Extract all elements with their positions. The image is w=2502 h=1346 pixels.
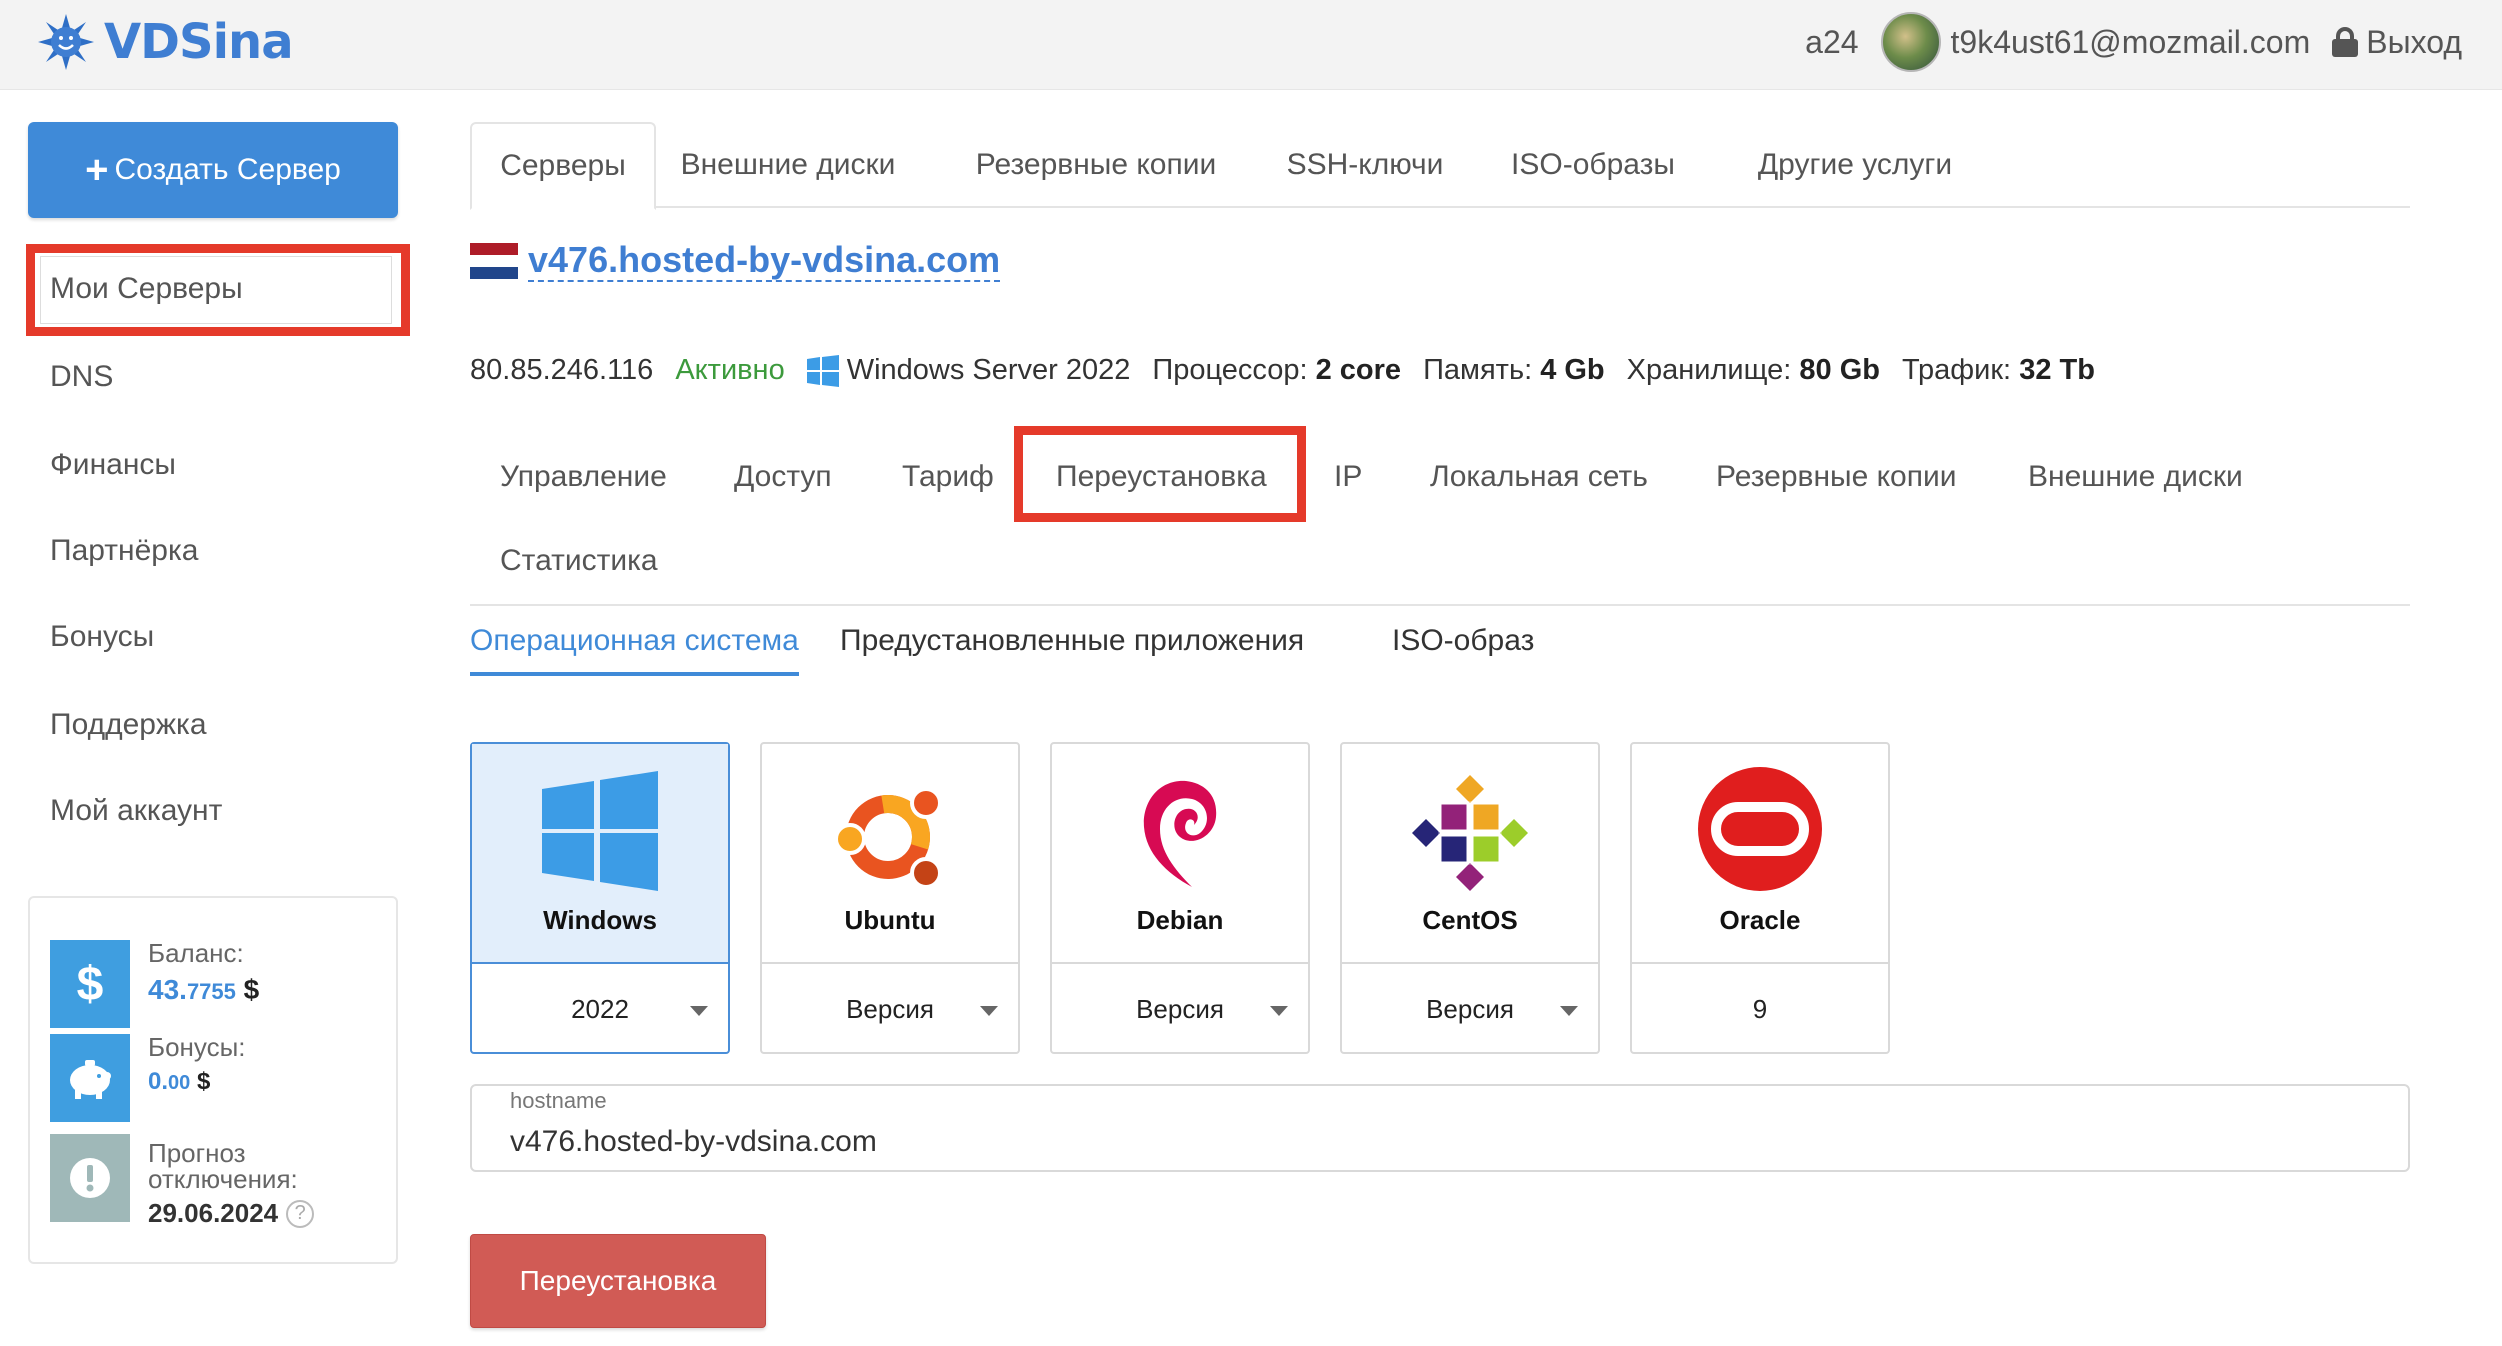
hostname-label: hostname: [510, 1088, 607, 1113]
server-hostname-link[interactable]: v476.hosted-by-vdsina.com: [528, 240, 1001, 282]
tab-ip[interactable]: IP: [1334, 460, 1362, 494]
lock-icon: [2332, 27, 2359, 57]
version-select[interactable]: Версия: [1342, 962, 1598, 1054]
vdsina-sun-icon: [38, 14, 94, 70]
caret-down-icon: [1270, 1006, 1288, 1016]
hostname-input[interactable]: [510, 1122, 2370, 1162]
forecast-date: 29.06.2024?: [148, 1198, 315, 1229]
user-area: a24 t9k4ust61@mozmail.com Выход: [1805, 0, 2462, 84]
tab-tariff[interactable]: Тариф: [902, 460, 994, 494]
version-select[interactable]: Версия: [762, 962, 1018, 1054]
user-profile[interactable]: t9k4ust61@mozmail.com: [1880, 12, 2311, 72]
caret-down-icon: [1560, 1006, 1578, 1016]
server-title: v476.hosted-by-vdsina.com: [470, 240, 1001, 282]
bonus-value: 0.00 $: [148, 1068, 211, 1095]
brand-name: VDSina: [104, 14, 294, 70]
oracle-logo-icon: [1698, 767, 1822, 891]
forecast-label-2: отключения:: [148, 1164, 298, 1194]
windows-icon: [806, 354, 839, 387]
server-info: 80.85.246.116 Активно Windows Server 202…: [470, 354, 2095, 387]
storage-spec: Хранилище: 80 Gb: [1626, 354, 1880, 386]
tab-operating-system[interactable]: Операционная система: [470, 624, 799, 676]
ram-spec: Память: 4 Gb: [1423, 354, 1605, 386]
sidebar-item-bonuses[interactable]: Бонусы: [50, 620, 154, 654]
tab-management[interactable]: Управление: [500, 460, 667, 494]
tab-local-network[interactable]: Локальная сеть: [1430, 460, 1648, 494]
create-server-button[interactable]: + Создать Сервер: [28, 122, 398, 218]
os-card-ubuntu[interactable]: Ubuntu Версия: [760, 742, 1020, 1054]
sidebar-item-support[interactable]: Поддержка: [50, 708, 207, 742]
sidebar-item-partner[interactable]: Партнёрка: [50, 534, 198, 568]
version-select[interactable]: Версия: [1052, 962, 1308, 1054]
dollar-icon: $: [50, 940, 130, 1028]
caret-down-icon: [980, 1006, 998, 1016]
status-badge: Активно: [675, 354, 785, 386]
logout-label: Выход: [2366, 23, 2462, 60]
tab-iso-image[interactable]: ISO-образ: [1392, 624, 1534, 658]
highlight-box-reinstall-tab: [1014, 426, 1306, 522]
caret-down-icon: [690, 1006, 708, 1016]
cpu-spec: Процессор: 2 core: [1152, 354, 1402, 386]
os-name: Debian: [1136, 905, 1224, 935]
bonus-label: Бонусы:: [148, 1032, 246, 1062]
create-server-label: Создать Сервер: [114, 153, 341, 186]
tab-ssh-keys[interactable]: SSH-ключи: [1278, 122, 1452, 208]
tab-servers[interactable]: Серверы: [470, 122, 656, 210]
username[interactable]: a24: [1805, 24, 1858, 61]
os-card-windows[interactable]: Windows 2022: [470, 742, 730, 1054]
sidebar-item-dns[interactable]: DNS: [50, 360, 113, 394]
piggy-bank-icon: [50, 1034, 130, 1122]
os-card-oracle[interactable]: Oracle 9: [1630, 742, 1890, 1054]
bonus-row: Бонусы: 0.00 $: [50, 1034, 246, 1122]
tab-preinstalled-apps[interactable]: Предустановленные приложения: [840, 624, 1304, 658]
os-name: Ubuntu: [844, 905, 936, 935]
balance-value: 43.7755 $: [148, 974, 260, 1005]
balance-row: $ Баланс: 43.7755 $: [50, 940, 259, 1028]
tab-iso-images[interactable]: ISO-образы: [1500, 122, 1686, 208]
hostname-field[interactable]: hostname: [470, 1084, 2410, 1172]
version-value: 9: [1632, 962, 1888, 1054]
os-name: Oracle: [1719, 905, 1801, 935]
tab-server-backups[interactable]: Резервные копии: [1716, 460, 1957, 494]
os-card-centos[interactable]: CentOS Версия: [1340, 742, 1600, 1054]
traffic-spec: Трафик: 32 Tb: [1901, 354, 2095, 386]
tab-backups[interactable]: Резервные копии: [966, 122, 1226, 208]
tab-server-external-disks[interactable]: Внешние диски: [2028, 460, 2243, 494]
windows-logo-icon: [542, 771, 658, 891]
balance-label: Баланс:: [148, 938, 244, 968]
ubuntu-logo-icon: [834, 787, 942, 889]
os-name: CentOS: [1422, 905, 1518, 935]
main-tabs: Серверы Внешние диски Резервные копии SS…: [470, 122, 2410, 210]
sidebar-item-finance[interactable]: Финансы: [50, 448, 176, 482]
version-select[interactable]: 2022: [472, 962, 728, 1054]
debian-logo-icon: [1143, 780, 1217, 887]
os-name: Windows: [543, 905, 657, 935]
tab-access[interactable]: Доступ: [734, 460, 832, 494]
tab-external-disks[interactable]: Внешние диски: [670, 122, 906, 208]
forecast-label-1: Прогноз: [148, 1138, 246, 1168]
highlight-box-my-servers: [26, 244, 410, 336]
tab-other-services[interactable]: Другие услуги: [1730, 122, 1980, 208]
centos-logo-icon: [1412, 775, 1528, 891]
server-tabs: Управление Доступ Тариф Переустановка IP…: [470, 438, 2410, 606]
plus-icon: +: [85, 148, 109, 192]
sidebar-item-my-account[interactable]: Мой аккаунт: [50, 794, 222, 828]
forecast-row: Прогноз отключения: 29.06.2024?: [50, 1134, 315, 1229]
netherlands-flag-icon: [470, 242, 518, 279]
help-icon[interactable]: ?: [286, 1199, 315, 1228]
reinstall-button[interactable]: Переустановка: [470, 1234, 766, 1328]
brand-logo[interactable]: VDSina: [36, 12, 294, 72]
server-ip: 80.85.246.116: [470, 354, 654, 386]
logout-link[interactable]: Выход: [2332, 24, 2462, 61]
user-email[interactable]: t9k4ust61@mozmail.com: [1951, 24, 2311, 61]
os-card-debian[interactable]: Debian Версия: [1050, 742, 1310, 1054]
avatar[interactable]: [1880, 12, 1941, 72]
balance-panel: $ Баланс: 43.7755 $ Бонусы: 0.00 $ Прогн…: [28, 896, 398, 1264]
tab-statistics[interactable]: Статистика: [500, 544, 658, 578]
warning-icon: [50, 1134, 130, 1222]
top-header: VDSina a24 t9k4ust61@mozmail.com Выход: [0, 0, 2502, 90]
server-os: Windows Server 2022: [806, 354, 1130, 387]
